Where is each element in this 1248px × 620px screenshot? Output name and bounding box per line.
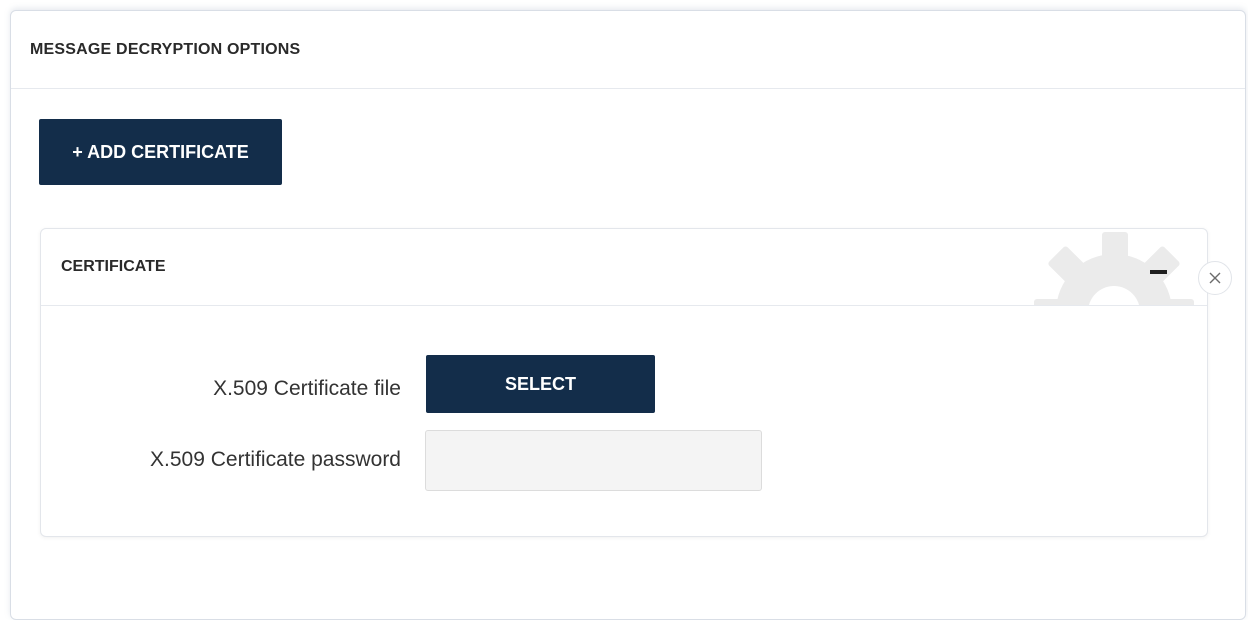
certificate-card: CERTIFICATE X.509 Certificate file SELEC… (40, 228, 1208, 537)
certificate-password-input[interactable] (425, 430, 762, 491)
panel-header: MESSAGE DECRYPTION OPTIONS (11, 11, 1245, 89)
certificate-file-label: X.509 Certificate file (213, 377, 401, 400)
certificate-title: CERTIFICATE (61, 258, 166, 275)
select-certificate-button[interactable]: SELECT (426, 355, 655, 413)
close-x-glyph (1209, 272, 1221, 284)
minus-icon[interactable] (1150, 270, 1167, 274)
gear-icon (1034, 232, 1194, 305)
certificate-card-header: CERTIFICATE (41, 229, 1207, 306)
certificate-password-label: X.509 Certificate password (150, 448, 401, 471)
close-icon[interactable] (1198, 261, 1232, 295)
add-certificate-button[interactable]: + ADD CERTIFICATE (39, 119, 282, 185)
panel-title: MESSAGE DECRYPTION OPTIONS (30, 40, 301, 58)
